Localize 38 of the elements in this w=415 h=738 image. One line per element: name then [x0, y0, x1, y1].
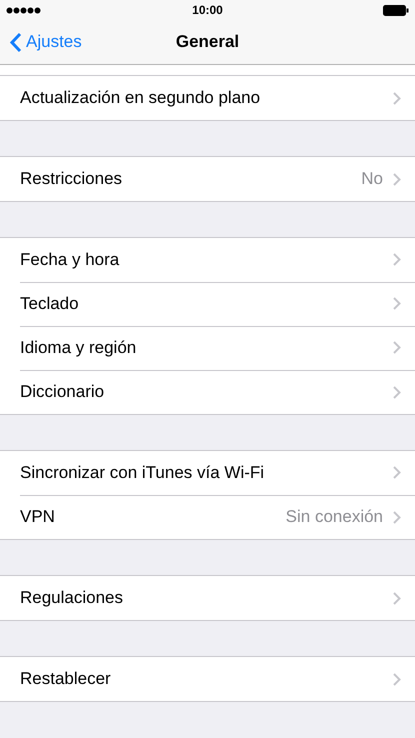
nav-title: General — [176, 32, 240, 52]
chevron-icon — [393, 672, 401, 686]
row-value: No — [361, 169, 383, 189]
settings-row[interactable]: Restricciones No — [0, 157, 415, 201]
chevron-icon — [393, 386, 401, 398]
back-button[interactable]: Ajustes — [0, 32, 82, 52]
settings-row[interactable]: Diccionario — [0, 370, 415, 414]
status-time: 10:00 — [192, 3, 223, 17]
chevron-icon — [393, 341, 401, 354]
row-value: Sin conexión — [286, 507, 383, 527]
row-label: Restricciones — [20, 169, 124, 189]
chevron-icon — [393, 92, 401, 104]
settings-row[interactable]: Regulaciones — [0, 576, 415, 620]
settings-row[interactable]: Restablecer — [0, 657, 415, 701]
settings-row[interactable]: Idioma y región — [0, 326, 415, 370]
chevron-icon — [393, 510, 401, 524]
settings-row[interactable]: Actualización en segundo plano — [0, 76, 415, 120]
chevron-icon — [393, 172, 401, 186]
back-chevron-icon — [10, 32, 22, 52]
settings-row[interactable]: Teclado — [0, 282, 415, 326]
row-label: Actualización en segundo plano — [20, 88, 262, 108]
row-label: Idioma y región — [20, 338, 138, 358]
signal-icon — [6, 6, 42, 14]
row-label: Diccionario — [20, 382, 106, 402]
row-label: Fecha y hora — [20, 250, 120, 270]
row-label: VPN — [20, 507, 56, 527]
settings-row[interactable]: VPN Sin conexión — [0, 495, 415, 539]
chevron-icon — [393, 253, 401, 266]
settings-row[interactable]: Sincronizar con iTunes vía Wi-Fi — [0, 451, 415, 495]
battery-icon — [383, 4, 409, 16]
row-label: Regulaciones — [20, 588, 124, 608]
row-label: Restablecer — [20, 669, 112, 689]
row-label: Sincronizar con iTunes vía Wi-Fi — [20, 462, 266, 482]
chevron-icon — [393, 466, 401, 479]
row-label: Teclado — [20, 294, 80, 314]
settings-row[interactable]: Fecha y hora — [0, 238, 415, 282]
chevron-icon — [393, 297, 401, 310]
chevron-icon — [393, 592, 401, 604]
